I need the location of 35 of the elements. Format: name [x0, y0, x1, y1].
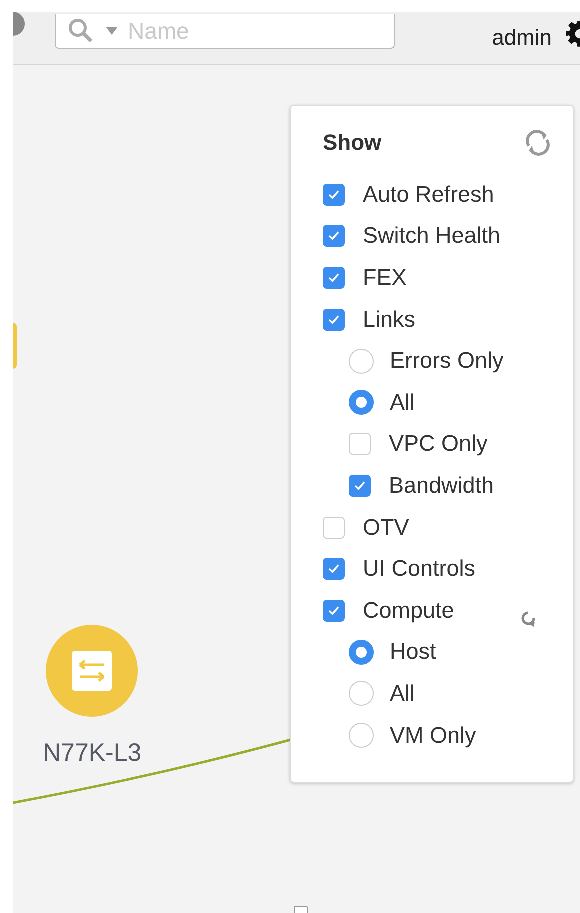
- option-label[interactable]: Errors Only: [390, 348, 504, 374]
- option-label[interactable]: Switch Health: [363, 223, 501, 250]
- resize-handle[interactable]: [294, 906, 308, 913]
- refresh-icon[interactable]: [523, 128, 553, 158]
- radio-button[interactable]: [349, 640, 374, 665]
- checkbox[interactable]: [323, 225, 345, 248]
- radio-button[interactable]: [349, 723, 374, 748]
- checkbox[interactable]: [349, 433, 371, 456]
- switch-icon: [72, 651, 112, 691]
- option-label[interactable]: All: [390, 680, 416, 707]
- option-label[interactable]: VM Only: [390, 722, 476, 749]
- checkbox[interactable]: [323, 308, 345, 331]
- option-label[interactable]: Auto Refresh: [363, 182, 494, 208]
- radio-button[interactable]: [349, 681, 374, 706]
- checkbox[interactable]: [323, 600, 345, 622]
- checkbox[interactable]: [323, 516, 345, 539]
- option-label[interactable]: UI Controls: [363, 556, 476, 582]
- checkbox[interactable]: [323, 558, 345, 580]
- option-label[interactable]: All: [390, 390, 416, 416]
- option-label[interactable]: Host: [390, 639, 436, 666]
- radio-button[interactable]: [349, 390, 374, 416]
- option-label[interactable]: Links: [363, 306, 416, 333]
- option-label[interactable]: VPC Only: [389, 431, 488, 458]
- checkbox[interactable]: [323, 184, 345, 206]
- radio-button[interactable]: [349, 348, 374, 374]
- checkbox[interactable]: [349, 474, 371, 497]
- node-label: N77K-L3: [43, 739, 142, 768]
- option-label[interactable]: OTV: [363, 514, 410, 541]
- panel-title: Show: [323, 130, 382, 156]
- option-label[interactable]: Compute: [363, 598, 454, 624]
- checkbox[interactable]: [323, 266, 345, 289]
- caret-icon[interactable]: [106, 27, 118, 35]
- option-label[interactable]: FEX: [363, 264, 407, 291]
- user-name[interactable]: admin: [492, 25, 552, 51]
- option-label[interactable]: Bandwidth: [389, 472, 494, 499]
